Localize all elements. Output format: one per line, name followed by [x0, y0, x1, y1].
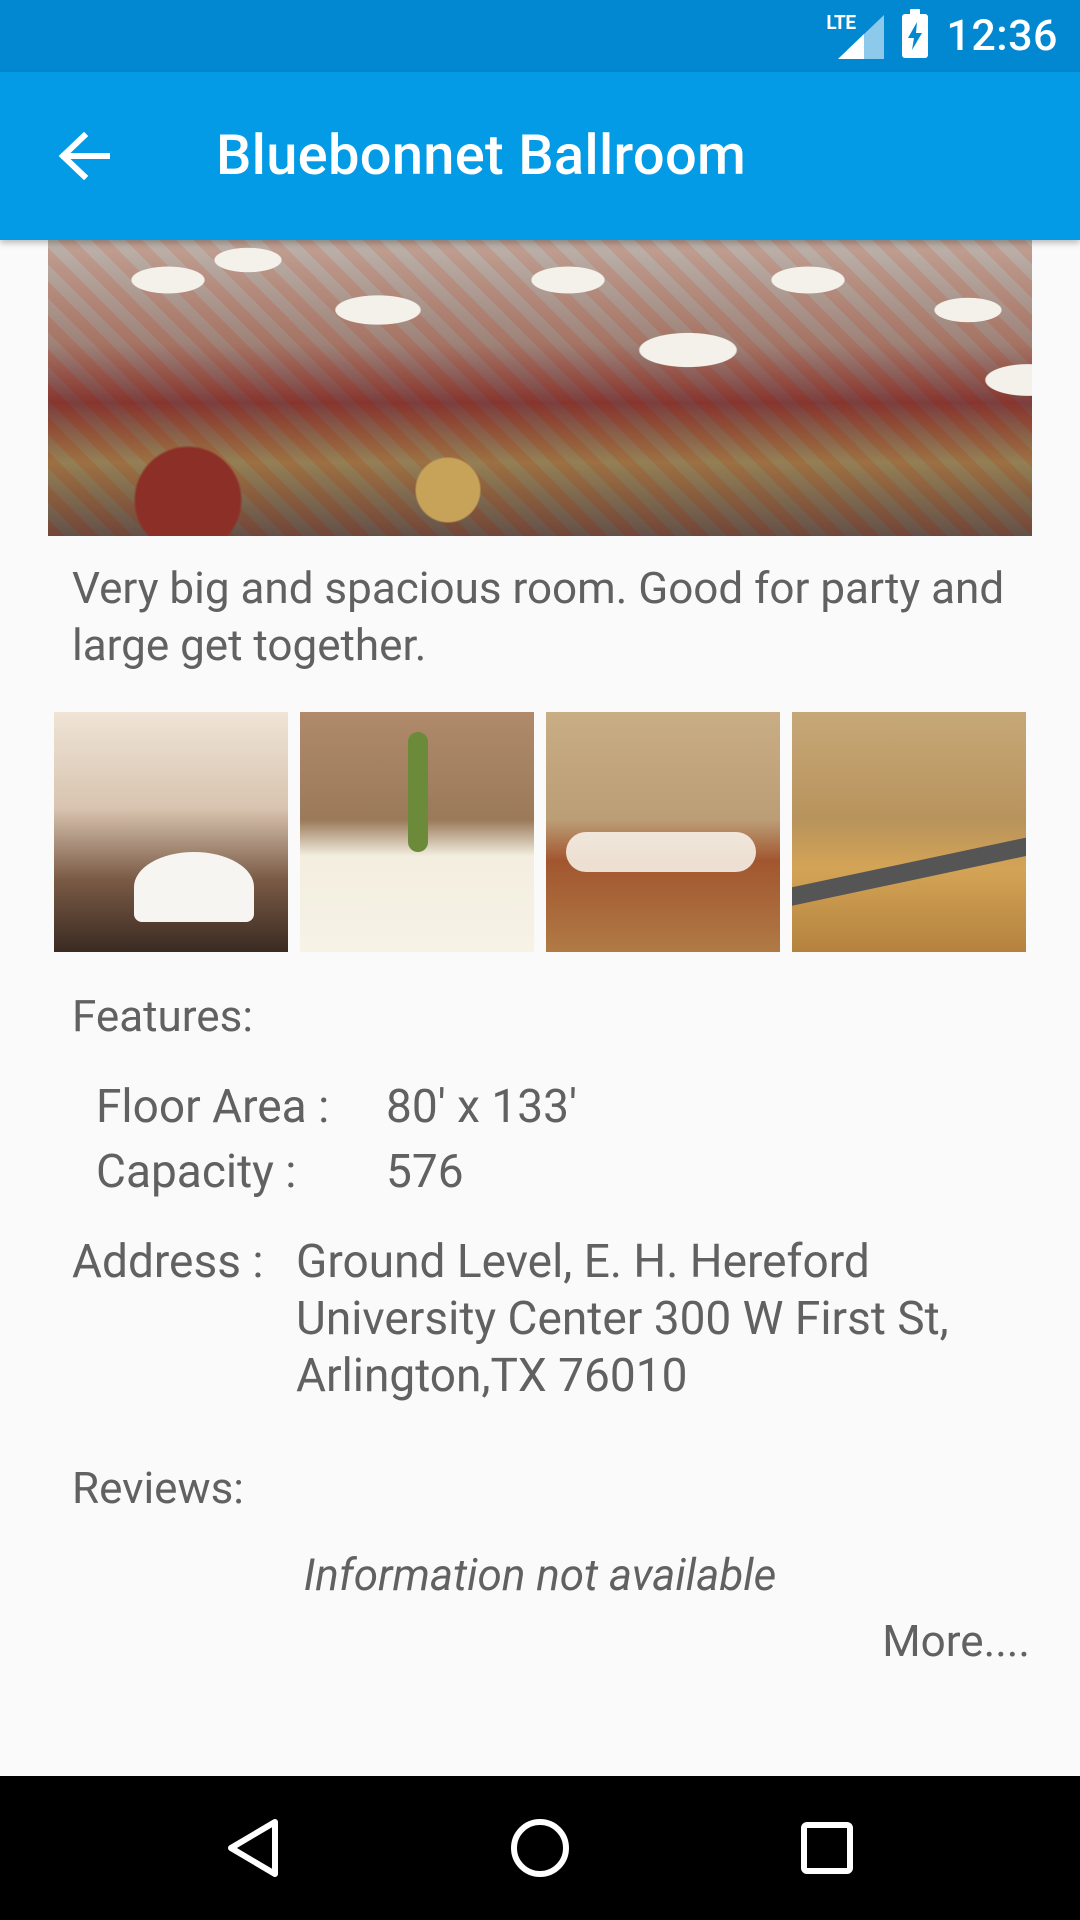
signal-icon: LTE [826, 11, 885, 59]
nav-home-icon [510, 1819, 569, 1877]
address-value: Ground Level, E. H. Hereford University … [296, 1235, 949, 1403]
nav-back-icon [228, 1819, 279, 1877]
page-title: Bluebonnet Ballroom [216, 122, 747, 188]
gallery-thumbnail[interactable] [300, 712, 534, 952]
more-reviews-link[interactable]: More.... [882, 1615, 1030, 1667]
address-label: Address : [72, 1235, 264, 1289]
arrow-left-icon [58, 132, 110, 180]
floor-area-row: Floor Area : 80' x 133' [96, 1080, 577, 1134]
system-nav-bar [0, 1776, 1080, 1920]
nav-recents-button[interactable] [767, 1788, 887, 1908]
address-row: Address : Ground Level, E. H. Hereford U… [72, 1234, 1032, 1405]
nav-recents-icon [800, 1822, 853, 1874]
floor-area-value: 80' x 133' [386, 1080, 577, 1134]
battery-charging-icon [902, 9, 929, 58]
reviews-heading: Reviews: [72, 1462, 244, 1514]
room-description: Very big and spacious room. Good for par… [72, 562, 1005, 671]
app-bar: Bluebonnet Ballroom [0, 72, 1080, 240]
photo-gallery [54, 712, 1026, 952]
ballroom-hero-image [48, 240, 1032, 536]
reviews-empty-text: Information not available [303, 1549, 777, 1601]
nav-home-button[interactable] [480, 1788, 600, 1908]
back-button[interactable] [44, 116, 124, 196]
status-bar: LTE 12:36 [0, 0, 1080, 72]
capacity-row: Capacity : 576 [96, 1145, 464, 1199]
nav-back-button[interactable] [193, 1788, 313, 1908]
capacity-value: 576 [386, 1145, 464, 1199]
gallery-thumbnail[interactable] [546, 712, 780, 952]
status-time: 12:36 [946, 11, 1058, 61]
status-icons: LTE 12:36 [826, 0, 1058, 72]
gallery-thumbnail[interactable] [54, 712, 288, 952]
floor-area-label: Floor Area : [96, 1080, 330, 1134]
features-heading: Features: [72, 990, 253, 1042]
gallery-thumbnail[interactable] [792, 712, 1026, 952]
capacity-label: Capacity : [96, 1145, 297, 1199]
